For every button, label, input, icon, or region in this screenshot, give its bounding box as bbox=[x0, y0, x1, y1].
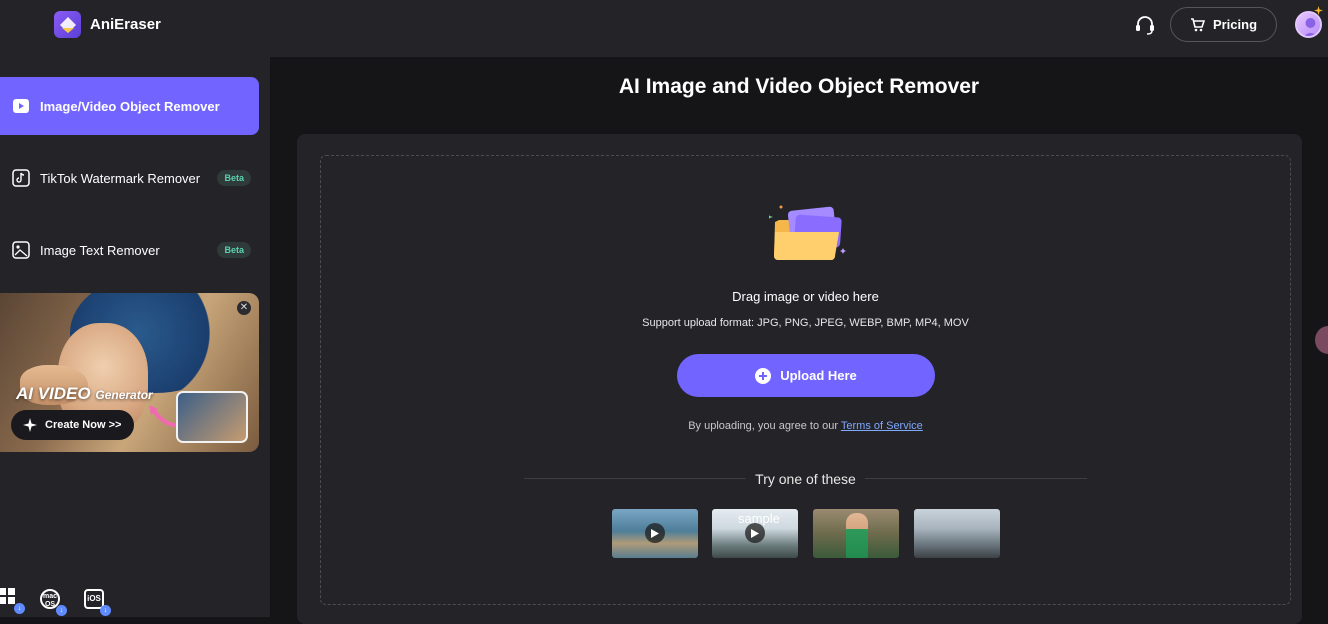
folder-icon bbox=[769, 205, 846, 260]
image-icon bbox=[12, 241, 30, 259]
divider-right bbox=[865, 478, 1087, 479]
upload-button[interactable]: Upload Here bbox=[677, 354, 935, 397]
sample-video-coast[interactable] bbox=[612, 509, 698, 558]
sidebar-item-image-video-object-remover[interactable]: Image/Video Object Remover bbox=[0, 77, 259, 135]
sidebar-item-label: Image/Video Object Remover bbox=[40, 98, 220, 114]
pricing-label: Pricing bbox=[1212, 17, 1258, 32]
upload-label: Upload Here bbox=[780, 368, 857, 383]
sidebar-item-label: TikTok Watermark Remover bbox=[40, 170, 201, 186]
sparkle-badge-icon bbox=[1314, 6, 1323, 15]
banner-thumbnail bbox=[176, 391, 248, 443]
sidebar: Image/Video Object Remover TikTok Waterm… bbox=[0, 57, 270, 617]
brand-name[interactable]: AniEraser bbox=[90, 16, 161, 33]
close-banner-icon[interactable]: ✕ bbox=[237, 301, 251, 315]
terms-of-service-link[interactable]: Terms of Service bbox=[841, 420, 923, 432]
page-title: AI Image and Video Object Remover bbox=[618, 75, 980, 98]
play-icon bbox=[12, 97, 30, 115]
terms-notice: By uploading, you agree to our Terms of … bbox=[688, 420, 923, 432]
top-bar: AniEraser Pricing bbox=[0, 0, 1328, 57]
sidebar-item-label: Image Text Remover bbox=[40, 242, 160, 258]
supported-formats: Support upload format: JPG, PNG, JPEG, W… bbox=[642, 317, 969, 329]
sidebar-item-tiktok-watermark-remover[interactable]: TikTok Watermark Remover Beta bbox=[0, 149, 259, 207]
play-icon bbox=[645, 523, 665, 543]
sparkle-icon bbox=[23, 418, 37, 432]
sample-image-woman[interactable] bbox=[813, 509, 899, 558]
create-now-button[interactable]: Create Now >> bbox=[11, 410, 134, 440]
try-samples-heading: Try one of these bbox=[755, 471, 856, 487]
download-icon: ↓ bbox=[14, 603, 25, 614]
macos-download-icon[interactable]: mac OS ↓ bbox=[40, 589, 67, 616]
main-content: AI Image and Video Object Remover Drag i… bbox=[270, 57, 1328, 624]
banner-title: AI VIDEO Generator bbox=[16, 384, 153, 403]
play-icon bbox=[745, 523, 765, 543]
sample-person bbox=[846, 513, 868, 558]
beta-badge: Beta bbox=[217, 242, 251, 258]
ios-download-icon[interactable]: iOS ↓ bbox=[84, 589, 111, 616]
sample-image-street[interactable] bbox=[914, 509, 1000, 558]
windows-download-icon[interactable]: ↓ bbox=[0, 587, 25, 614]
drop-zone[interactable]: Drag image or video here Support upload … bbox=[320, 155, 1291, 605]
cart-icon bbox=[1190, 17, 1205, 31]
ai-video-generator-banner[interactable]: AI VIDEO Generator Create Now >> ✕ bbox=[0, 293, 259, 452]
create-now-label: Create Now >> bbox=[45, 419, 122, 431]
download-icon: ↓ bbox=[100, 605, 111, 616]
pricing-button[interactable]: Pricing bbox=[1170, 7, 1277, 42]
upload-panel: Drag image or video here Support upload … bbox=[297, 134, 1302, 624]
user-avatar[interactable] bbox=[1295, 11, 1322, 38]
plus-circle-icon bbox=[755, 367, 772, 384]
aneraser-logo-icon[interactable] bbox=[54, 11, 81, 38]
download-icon: ↓ bbox=[56, 605, 67, 616]
headset-icon[interactable] bbox=[1133, 13, 1157, 37]
sidebar-item-image-text-remover[interactable]: Image Text Remover Beta bbox=[0, 221, 259, 279]
beta-badge: Beta bbox=[217, 170, 251, 186]
drag-text: Drag image or video here bbox=[732, 289, 879, 304]
sample-video-landscape[interactable]: sample bbox=[712, 509, 798, 558]
tiktok-icon bbox=[12, 169, 30, 187]
